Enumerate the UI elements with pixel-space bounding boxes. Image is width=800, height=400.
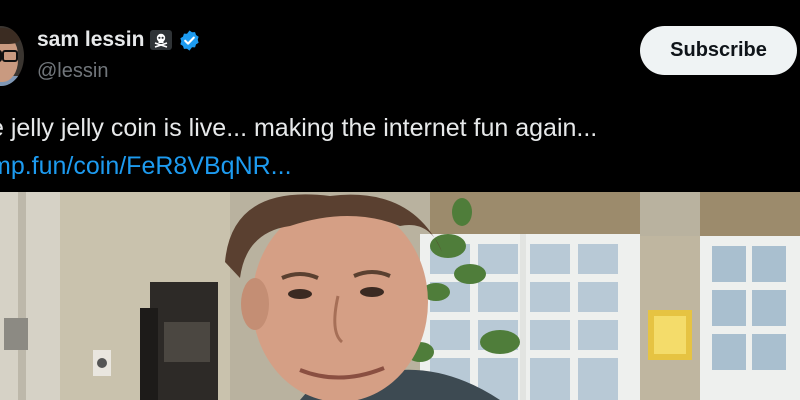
avatar[interactable]: [0, 26, 24, 86]
tweet-link[interactable]: mp.fun/coin/FeR8VBqNR...: [0, 152, 292, 181]
tweet-header: sam lessin @lessin Subscribe e jelly jel…: [0, 0, 800, 192]
tweet-text: e jelly jelly coin is live... making the…: [0, 114, 598, 142]
tweet-media-photo[interactable]: [0, 192, 800, 400]
photo-illustration: [0, 192, 800, 400]
author-name[interactable]: sam lessin: [37, 28, 144, 52]
verified-badge-icon[interactable]: [178, 29, 201, 52]
author-row: sam lessin: [37, 28, 201, 52]
skull-and-crossbones-icon: [150, 30, 173, 50]
subscribe-button[interactable]: Subscribe: [640, 26, 797, 75]
author-handle[interactable]: @lessin: [37, 60, 108, 83]
